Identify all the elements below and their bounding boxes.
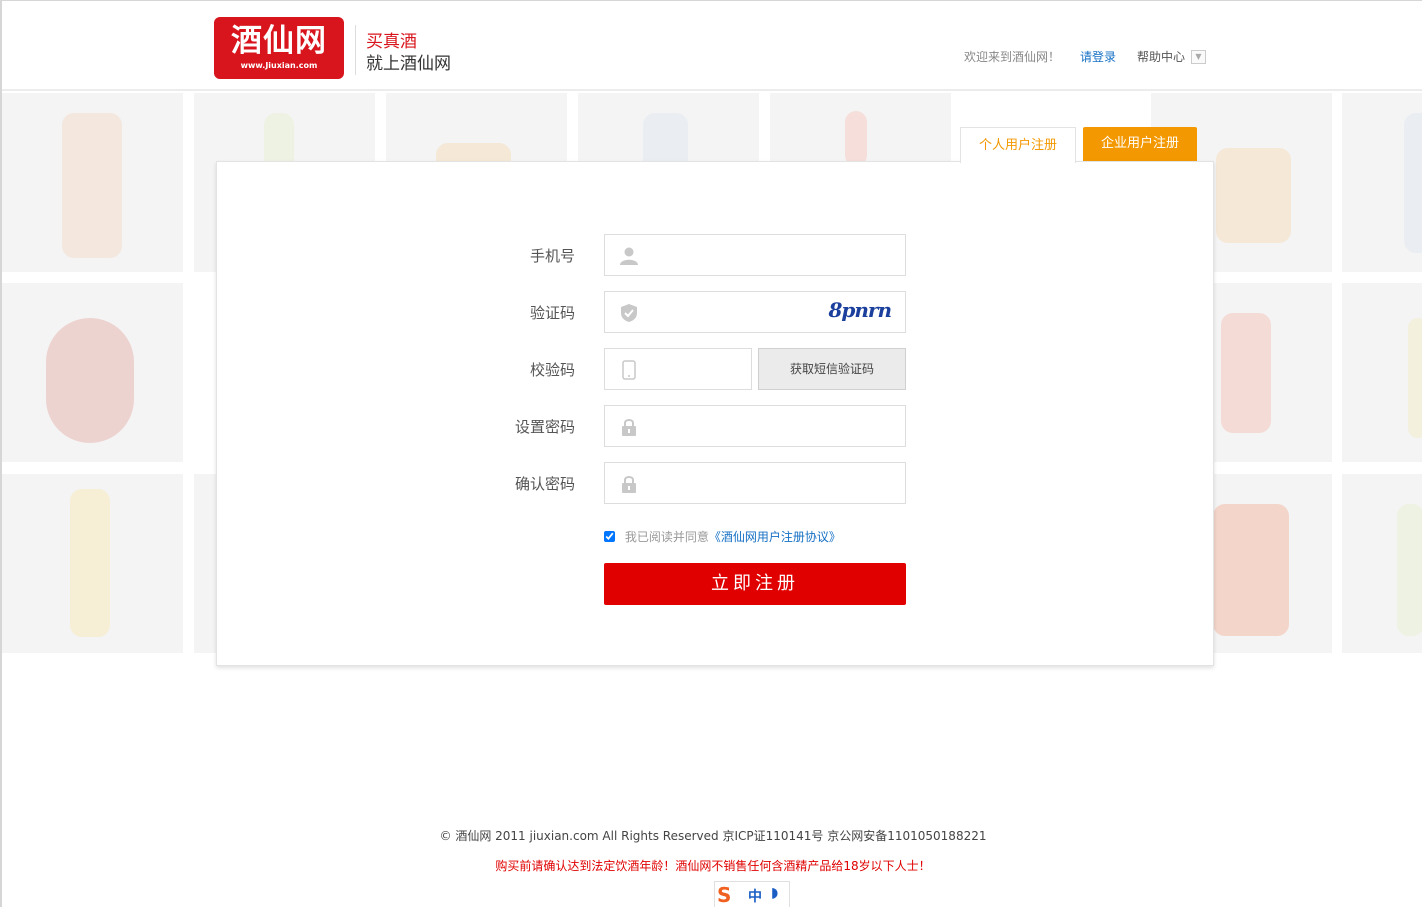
get-sms-code-button[interactable]: 获取短信验证码 xyxy=(758,348,906,390)
phone-input[interactable] xyxy=(649,235,849,275)
agree-text: 我已阅读并同意 xyxy=(624,530,709,544)
bottle-image xyxy=(845,111,867,166)
confirm-password-label: 确认密码 xyxy=(514,475,575,493)
login-link[interactable]: 请登录 xyxy=(1080,48,1116,65)
agree-checkbox[interactable] xyxy=(604,531,615,542)
agreement-row: 我已阅读并同意《酒仙网用户注册协议》 xyxy=(604,528,841,545)
bottle-image xyxy=(1408,318,1422,438)
register-submit-button[interactable]: 立即注册 xyxy=(604,563,906,605)
header: 酒仙网 www.Jiuxian.com 买真酒 就上酒仙网 欢迎来到酒仙网！ 请… xyxy=(2,1,1422,91)
confirm-password-input[interactable] xyxy=(649,463,849,503)
chevron-down-icon[interactable]: ▼ xyxy=(1191,50,1206,64)
phone-field[interactable] xyxy=(604,234,906,276)
logo-text: 酒仙网 xyxy=(231,23,327,59)
agreement-link[interactable]: 《酒仙网用户注册协议》 xyxy=(709,530,841,544)
captcha-image[interactable]: 8pnrn xyxy=(828,298,892,322)
product-tile xyxy=(1342,474,1422,653)
lock-icon xyxy=(622,476,636,493)
ime-toolbar[interactable]: S 中 ◗ xyxy=(714,881,790,907)
check-code-input[interactable] xyxy=(649,349,739,389)
shield-icon xyxy=(621,304,637,322)
phone-icon xyxy=(622,360,636,380)
user-icon xyxy=(620,247,638,265)
logo-url: www.Jiuxian.com xyxy=(240,61,318,70)
site-logo[interactable]: 酒仙网 www.Jiuxian.com xyxy=(214,17,344,79)
bottle-image xyxy=(1397,504,1422,636)
verify-code-input[interactable] xyxy=(649,292,849,332)
sogou-logo-icon: S xyxy=(717,883,732,907)
product-tile xyxy=(2,283,183,462)
footer-age-warning: 购买前请确认达到法定饮酒年龄！酒仙网不销售任何含酒精产品给18岁以下人士！ xyxy=(495,859,931,873)
bottle-image xyxy=(62,113,122,258)
product-tile xyxy=(2,474,183,653)
help-center-link[interactable]: 帮助中心 xyxy=(1137,48,1185,65)
check-code-field[interactable] xyxy=(604,348,752,390)
slogan-line2: 就上酒仙网 xyxy=(366,54,451,74)
beer-image xyxy=(1216,148,1291,243)
check-code-label: 校验码 xyxy=(529,361,575,379)
confirm-password-field[interactable] xyxy=(604,462,906,504)
set-password-label: 设置密码 xyxy=(514,418,575,436)
bottle-image xyxy=(46,318,134,443)
verify-code-field[interactable]: 8pnrn xyxy=(604,291,906,333)
set-password-field[interactable] xyxy=(604,405,906,447)
product-tile xyxy=(2,93,183,272)
moon-icon[interactable]: ◗ xyxy=(771,885,778,901)
bottle-image xyxy=(70,489,110,637)
welcome-text: 欢迎来到酒仙网！ xyxy=(964,50,1061,64)
set-password-input[interactable] xyxy=(649,406,849,446)
ime-chinese-mode[interactable]: 中 xyxy=(748,886,762,906)
phone-label: 手机号 xyxy=(529,247,575,265)
bottle-image xyxy=(1221,313,1271,433)
bottle-image xyxy=(1404,113,1422,253)
product-tile xyxy=(1342,93,1422,272)
tab-company-register[interactable]: 企业用户注册 xyxy=(1083,127,1197,161)
register-form: 手机号 验证码 8pnrn 校验码 获取短信验证码 设置密码 确认密码 我已阅读… xyxy=(216,161,1214,666)
footer-copyright: © 酒仙网 2011 jiuxian.com All Rights Reserv… xyxy=(439,829,987,843)
product-tile xyxy=(194,474,216,653)
slogan-divider xyxy=(355,25,356,75)
verify-code-label: 验证码 xyxy=(529,304,575,322)
lock-icon xyxy=(622,419,636,436)
bottle-image xyxy=(1213,504,1289,636)
product-tile xyxy=(1342,283,1422,462)
tab-personal-register[interactable]: 个人用户注册 xyxy=(960,127,1076,163)
